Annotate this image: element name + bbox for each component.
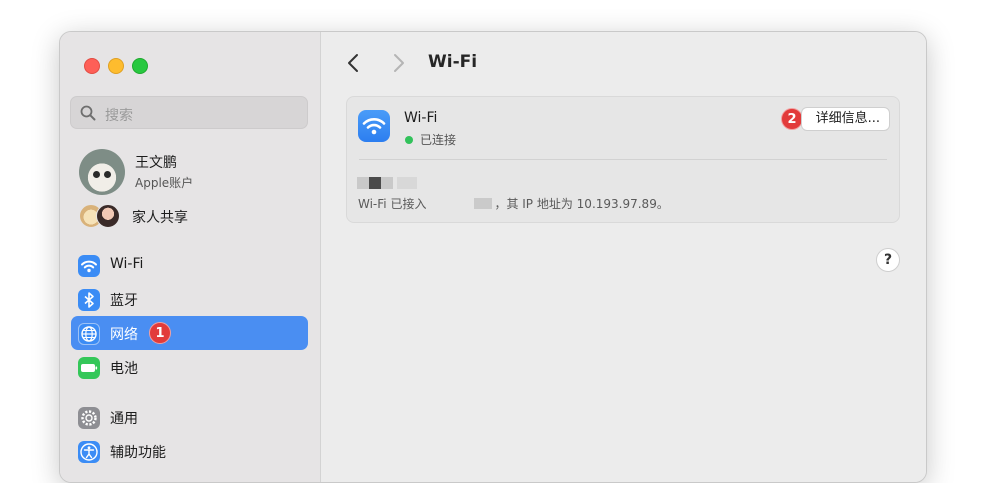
- wifi-status-card: Wi-Fi 已连接 2 详细信息... Wi-Fi 已接入 ，其 IP 地址为 1…: [346, 96, 900, 223]
- sidebar-item-battery[interactable]: 电池: [71, 350, 308, 384]
- redacted-network-name: [369, 177, 381, 189]
- account-subtitle: Apple账户: [135, 176, 194, 190]
- sidebar-item-label: 辅助功能: [110, 445, 166, 461]
- help-button[interactable]: ?: [876, 248, 900, 272]
- sidebar-item-label: 蓝牙: [110, 293, 138, 309]
- account-name: 王文鹏: [135, 155, 177, 171]
- wifi-icon: [358, 110, 390, 142]
- wifi-name: Wi-Fi: [404, 110, 438, 126]
- redacted-network-name: [474, 198, 493, 209]
- globe-icon: [78, 323, 100, 345]
- gear-icon: [78, 407, 100, 429]
- sidebar-item-label: 电池: [110, 361, 138, 377]
- sidebar-item-label: 通用: [110, 411, 138, 427]
- sidebar-item-wifi[interactable]: Wi-Fi: [71, 248, 308, 282]
- accessibility-icon: [78, 441, 100, 463]
- main-pane: Wi-Fi Wi-Fi 已连接 2 详细信息... Wi-Fi 已接入 ，其 IP…: [321, 32, 926, 482]
- redacted-network-name: [357, 177, 369, 189]
- sidebar: 搜索 王文鹏 Apple账户 家人共享 Wi-Fi 蓝牙 网络 1 电池 通用 …: [60, 32, 321, 482]
- redacted-network-name: [397, 177, 417, 189]
- minimize-window-button[interactable]: [108, 58, 124, 74]
- sidebar-item-label: Wi-Fi: [110, 256, 144, 272]
- sidebar-item-network[interactable]: 网络 1: [71, 316, 308, 350]
- close-window-button[interactable]: [84, 58, 100, 74]
- avatar: [79, 149, 125, 195]
- connected-status-dot: [405, 136, 413, 144]
- step-badge: 1: [149, 322, 171, 344]
- wifi-icon: [78, 255, 100, 277]
- card-divider: [359, 159, 887, 160]
- details-button[interactable]: 详细信息...: [801, 107, 890, 131]
- info-prefix: Wi-Fi 已接入: [358, 197, 427, 211]
- step-badge: 2: [781, 108, 803, 130]
- search-icon: [80, 105, 96, 121]
- search-field[interactable]: 搜索: [70, 96, 308, 129]
- avatar-eye-left: [93, 171, 100, 178]
- sidebar-item-label: 网络: [110, 327, 138, 343]
- search-placeholder: 搜索: [105, 108, 133, 124]
- sidebar-item-accessibility[interactable]: 辅助功能: [71, 434, 308, 468]
- battery-icon: [78, 357, 100, 379]
- back-arrow-icon[interactable]: [343, 52, 365, 74]
- avatar-eye-right: [104, 171, 111, 178]
- settings-window: 搜索 王文鹏 Apple账户 家人共享 Wi-Fi 蓝牙 网络 1 电池 通用 …: [59, 31, 927, 483]
- zoom-window-button[interactable]: [132, 58, 148, 74]
- connection-info: Wi-Fi 已接入 ，其 IP 地址为 10.193.97.89。: [358, 195, 669, 212]
- bluetooth-icon: [78, 289, 100, 311]
- family-avatar: [96, 204, 120, 228]
- page-title: Wi-Fi: [428, 52, 478, 72]
- sidebar-item-bluetooth[interactable]: 蓝牙: [71, 282, 308, 316]
- forward-arrow-icon[interactable]: [387, 52, 409, 74]
- sidebar-item-general[interactable]: 通用: [71, 400, 308, 434]
- info-suffix: ，其 IP 地址为 10.193.97.89。: [494, 197, 669, 211]
- redacted-network-name: [381, 177, 393, 189]
- connection-status: 已连接: [420, 133, 457, 147]
- family-sharing-label: 家人共享: [132, 210, 188, 226]
